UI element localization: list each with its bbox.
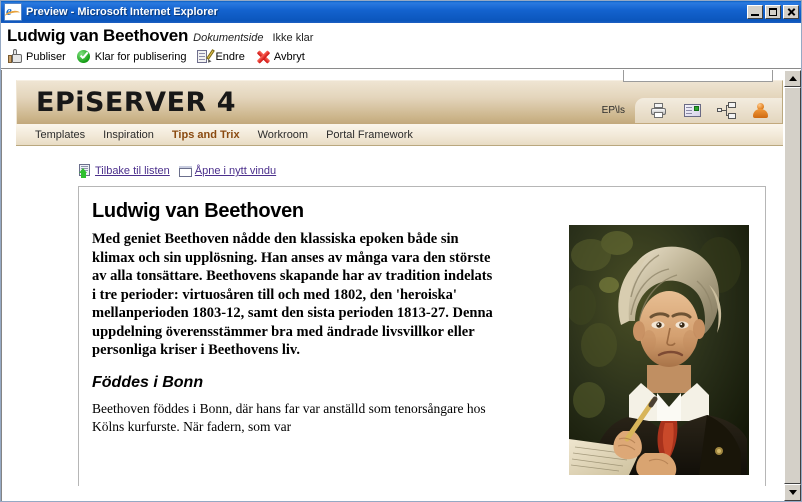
browser-window: e Preview - Microsoft Internet Explorer … — [0, 0, 802, 502]
portrait-image — [569, 225, 749, 475]
episerver-logo: EPiSERVER 4 — [36, 87, 236, 118]
vertical-scrollbar[interactable] — [783, 70, 801, 501]
thumbs-up-icon — [8, 49, 23, 64]
sitemap-icon[interactable] — [717, 102, 736, 119]
ready-for-publish-label: Klar for publisering — [94, 50, 187, 63]
nav-item-templates[interactable]: Templates — [35, 129, 85, 141]
minimize-button[interactable] — [747, 5, 763, 19]
browser-viewport: EPiSERVER 4 EP\ls Templates Inspiration … — [1, 69, 801, 501]
article: Ludwig van Beethoven Med geniet Beethove… — [78, 186, 766, 486]
command-toolbar: Publiser Klar for publisering Endre Avbr… — [1, 46, 801, 69]
publish-button-label: Publiser — [26, 50, 66, 63]
article-title: Ludwig van Beethoven — [92, 200, 304, 222]
window-controls — [747, 5, 799, 19]
user-icon[interactable] — [751, 102, 770, 119]
page-content: EPiSERVER 4 EP\ls Templates Inspiration … — [1, 70, 783, 501]
header-icon-group — [635, 98, 782, 123]
nav-item-inspiration[interactable]: Inspiration — [103, 129, 154, 141]
cancel-button[interactable]: Avbryt — [256, 49, 305, 64]
edit-pencil-icon — [197, 49, 216, 64]
page-title: Ludwig van Beethoven — [7, 26, 189, 45]
publish-button[interactable]: Publiser — [8, 49, 66, 64]
back-to-list-link[interactable]: Tilbake til listen — [78, 164, 170, 178]
edit-button[interactable]: Endre — [197, 49, 245, 64]
scrollbar-thumb[interactable] — [784, 87, 801, 484]
breadcrumb: Tilbake til listen Åpne i nytt vindu — [78, 164, 783, 178]
window-title: Preview - Microsoft Internet Explorer — [26, 6, 218, 18]
internet-explorer-icon: e — [4, 3, 22, 21]
article-lead: Med geniet Beethoven nådde den klassiska… — [92, 231, 493, 359]
cancel-button-label: Avbryt — [273, 50, 305, 63]
status-badge: Ikke klar — [272, 32, 314, 44]
email-icon[interactable] — [683, 102, 702, 119]
site-navigation: Templates Inspiration Tips and Trix Work… — [16, 124, 783, 146]
document-header: Ludwig van Beethoven Dokumentside Ikke k… — [1, 23, 801, 46]
window-title-bar: e Preview - Microsoft Internet Explorer — [1, 1, 801, 23]
document-type-label: Dokumentside — [193, 32, 264, 44]
nav-item-tips-and-trix[interactable]: Tips and Trix — [172, 129, 240, 141]
edit-button-label: Endre — [215, 50, 245, 63]
scroll-down-button[interactable] — [784, 484, 801, 501]
site-header: EPiSERVER 4 EP\ls — [16, 70, 783, 124]
header-right: EP\ls — [602, 97, 782, 124]
maximize-button[interactable] — [765, 5, 781, 19]
red-x-icon — [256, 49, 271, 64]
back-to-list-icon — [78, 164, 92, 178]
green-check-icon — [76, 49, 92, 64]
nav-item-portal-framework[interactable]: Portal Framework — [326, 129, 413, 141]
search-input[interactable] — [623, 70, 773, 82]
back-to-list-label[interactable]: Tilbake til listen — [95, 165, 170, 177]
article-body: Beethoven föddes i Bonn, där hans far va… — [92, 400, 486, 434]
scrollbar-track[interactable] — [784, 87, 801, 484]
new-window-icon — [178, 165, 192, 177]
open-new-window-link[interactable]: Åpne i nytt vindu — [178, 165, 276, 177]
user-label: EP\ls — [601, 105, 625, 116]
search-container — [623, 70, 773, 82]
scroll-up-button[interactable] — [784, 70, 801, 87]
content-area: Tilbake til listen Åpne i nytt vindu Lud… — [16, 146, 783, 486]
beethoven-portrait — [569, 225, 749, 475]
open-new-window-label[interactable]: Åpne i nytt vindu — [195, 165, 276, 177]
ready-for-publish-button[interactable]: Klar for publisering — [76, 49, 187, 64]
printer-icon[interactable] — [649, 102, 668, 119]
close-button[interactable] — [783, 5, 799, 19]
episerver-site: EPiSERVER 4 EP\ls Templates Inspiration … — [2, 70, 783, 486]
nav-item-workroom[interactable]: Workroom — [258, 129, 309, 141]
